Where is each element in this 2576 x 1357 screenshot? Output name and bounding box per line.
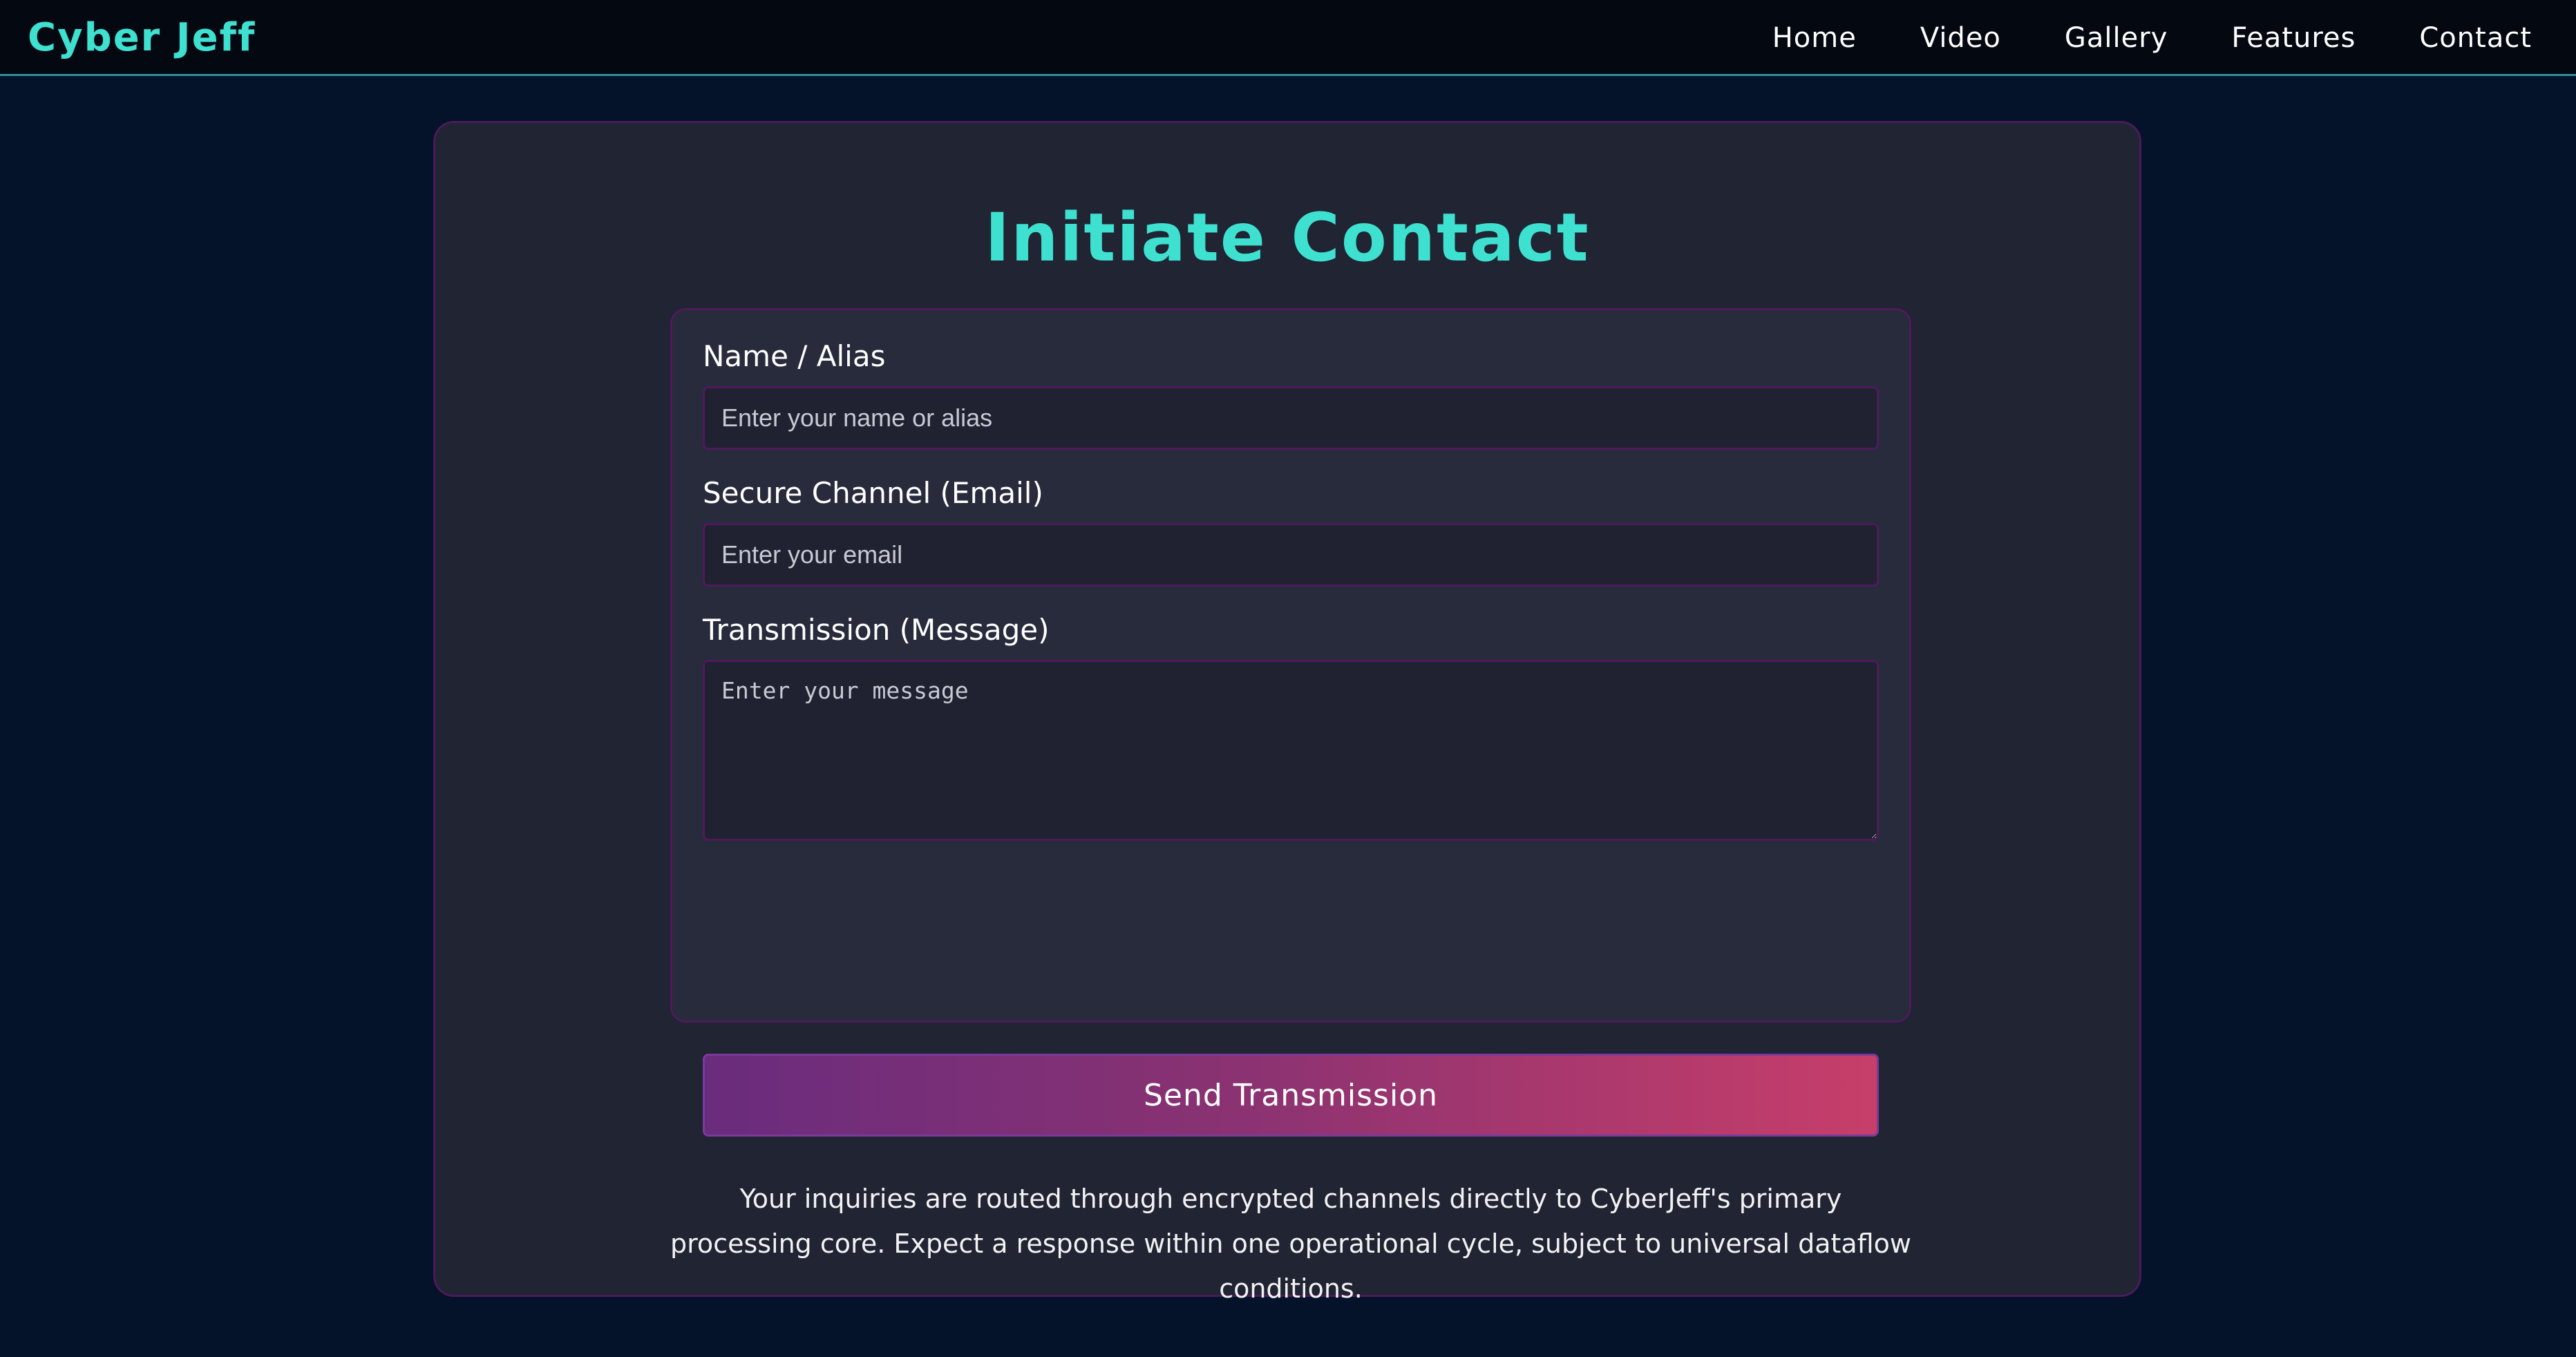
name-label: Name / Alias bbox=[703, 339, 886, 373]
nav-features-link[interactable]: Features bbox=[2231, 22, 2356, 54]
message-label: Transmission (Message) bbox=[703, 613, 1050, 647]
nav-gallery-link[interactable]: Gallery bbox=[2065, 22, 2168, 54]
brand-logo[interactable]: Cyber Jeff bbox=[28, 12, 256, 64]
top-navbar: Cyber Jeff Home Video Gallery Features C… bbox=[0, 0, 2576, 76]
contact-info-text: Your inquiries are routed through encryp… bbox=[670, 1184, 1911, 1304]
nav-home-link[interactable]: Home bbox=[1772, 22, 1857, 54]
nav-contact-link[interactable]: Contact bbox=[2419, 22, 2532, 54]
contact-form: Name / Alias Secure Channel (Email) Tran… bbox=[670, 308, 1911, 1137]
nav-links: Home Video Gallery Features Contact bbox=[1772, 0, 2532, 76]
page-title: Initiate Contact bbox=[985, 199, 1590, 276]
email-input[interactable] bbox=[703, 523, 1879, 587]
message-textarea[interactable] bbox=[703, 660, 1879, 841]
email-label: Secure Channel (Email) bbox=[703, 476, 1043, 510]
send-transmission-button[interactable]: Send Transmission bbox=[703, 1054, 1879, 1137]
contact-card: Initiate Contact Name / Alias Secure Cha… bbox=[433, 121, 2141, 1304]
nav-video-link[interactable]: Video bbox=[1920, 22, 2001, 54]
name-input[interactable] bbox=[703, 386, 1879, 450]
